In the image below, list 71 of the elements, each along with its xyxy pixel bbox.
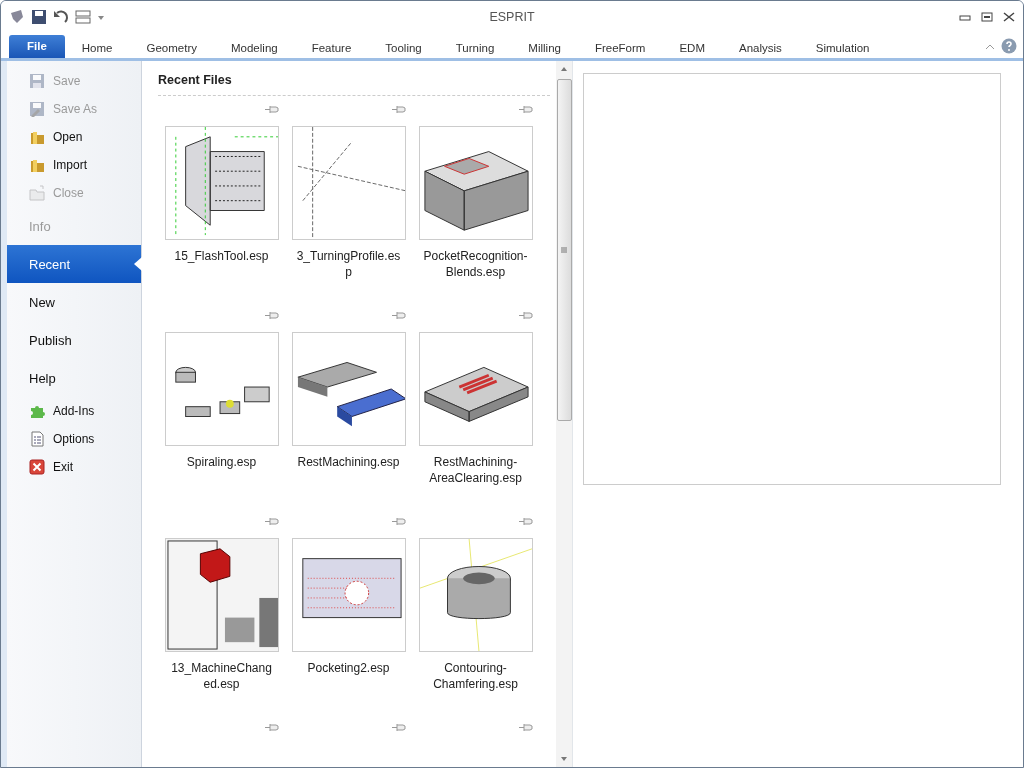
pin-icon[interactable] — [519, 722, 533, 732]
minimize-icon[interactable] — [959, 12, 971, 22]
pin-icon[interactable] — [519, 310, 533, 320]
menu-section[interactable]: Publish — [7, 321, 141, 359]
file-thumbnail[interactable] — [418, 126, 533, 240]
file-name[interactable]: Pocketing2.esp — [295, 660, 402, 676]
file-thumbnail[interactable] — [291, 126, 406, 240]
help-icon[interactable] — [1001, 38, 1017, 54]
pin-icon[interactable] — [519, 516, 533, 526]
puzzle-piece-icon — [29, 403, 45, 419]
menu-command[interactable]: Exit — [7, 453, 141, 481]
file-name[interactable]: PocketRecognition-Blends.esp — [422, 248, 529, 280]
folder-icon — [29, 157, 45, 173]
menu-command[interactable]: Add-Ins — [7, 397, 141, 425]
ribbon-tab[interactable]: Tooling — [368, 42, 439, 58]
pin-icon[interactable] — [265, 722, 279, 732]
menu-section[interactable]: Recent — [7, 245, 141, 283]
ribbon-tab[interactable]: Turning — [438, 42, 512, 58]
pin-icon[interactable] — [265, 516, 279, 526]
file-name[interactable]: Spiraling.esp — [168, 454, 275, 470]
pin-icon[interactable] — [392, 310, 406, 320]
scrollbar[interactable] — [556, 61, 572, 767]
grip-icon[interactable] — [561, 247, 567, 253]
window-title: ESPRIT — [489, 10, 535, 24]
file-name[interactable]: Contouring-Chamfering.esp — [422, 660, 529, 692]
pin-icon[interactable] — [265, 310, 279, 320]
menu-section[interactable]: New — [7, 283, 141, 321]
file-name[interactable]: 3_TurningProfile.esp — [295, 248, 402, 280]
menu-section[interactable]: Help — [7, 359, 141, 397]
file-thumbnail[interactable] — [164, 538, 279, 652]
ribbon-tab[interactable]: Home — [64, 42, 130, 58]
save-icon[interactable] — [31, 9, 47, 25]
section-title: Recent Files — [158, 73, 550, 96]
file-thumbnail[interactable] — [164, 126, 279, 240]
file-name[interactable]: 13_MachineChanged.esp — [168, 660, 275, 692]
file-thumbnail[interactable] — [164, 332, 279, 446]
pin-icon[interactable] — [392, 104, 406, 114]
menu-command[interactable]: Open — [7, 123, 141, 151]
ribbon-tab[interactable]: File — [9, 35, 65, 58]
pin-icon[interactable] — [519, 104, 533, 114]
ribbon-tab[interactable]: Modeling — [214, 42, 295, 58]
ribbon-tab[interactable]: Milling — [511, 42, 578, 58]
ribbon-tab[interactable]: Analysis — [722, 42, 799, 58]
file-name[interactable]: RestMachining.esp — [295, 454, 402, 470]
restore-icon[interactable] — [981, 12, 993, 22]
undo-icon[interactable] — [53, 9, 69, 25]
exit-icon — [29, 459, 45, 475]
file-name[interactable]: RestMachining-AreaClearing.esp — [422, 454, 529, 486]
folder-close-icon — [29, 185, 45, 201]
file-thumbnail[interactable] — [418, 538, 533, 652]
ribbon-tab[interactable]: FreeForm — [577, 42, 663, 58]
collapse-ribbon-icon[interactable] — [985, 42, 995, 50]
ribbon-tab[interactable]: Geometry — [129, 42, 214, 58]
app-logo-icon[interactable] — [9, 9, 25, 25]
menu-command[interactable]: Import — [7, 151, 141, 179]
document-list-icon — [29, 431, 45, 447]
ribbon-tab[interactable]: Simulation — [798, 42, 887, 58]
ribbon-tab[interactable]: Feature — [294, 42, 369, 58]
file-thumbnail[interactable] — [291, 332, 406, 446]
pin-icon[interactable] — [392, 516, 406, 526]
dropdown-caret-icon[interactable] — [97, 13, 105, 21]
file-thumbnail[interactable] — [418, 332, 533, 446]
floppy-disk-pencil-icon — [29, 101, 45, 117]
folder-icon — [29, 129, 45, 145]
pin-icon[interactable] — [265, 104, 279, 114]
menu-command[interactable]: Options — [7, 425, 141, 453]
pin-icon[interactable] — [392, 722, 406, 732]
close-icon[interactable] — [1003, 12, 1015, 22]
file-name[interactable]: 15_FlashTool.esp — [168, 248, 275, 264]
ribbon-tab[interactable]: EDM — [662, 42, 722, 58]
file-thumbnail[interactable] — [291, 538, 406, 652]
